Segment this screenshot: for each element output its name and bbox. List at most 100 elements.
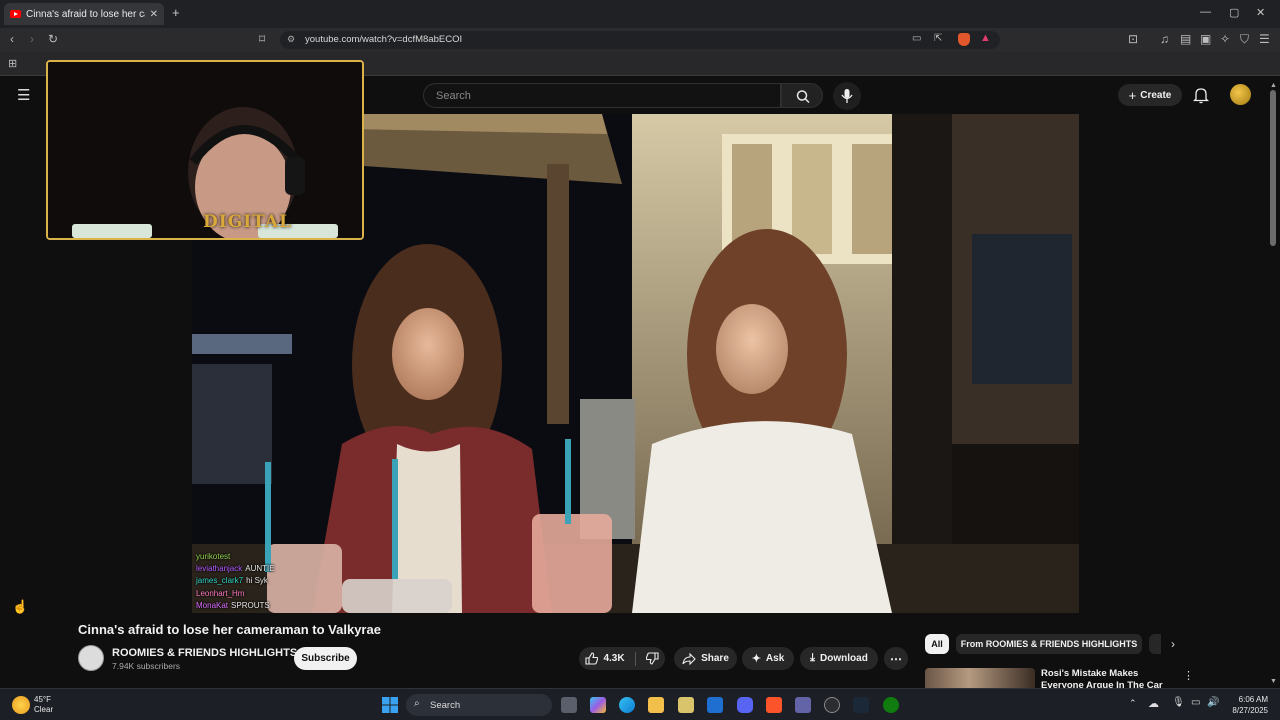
chat-line: Leonhart_Hm <box>196 588 275 600</box>
chat-message: SPROUTS <box>231 600 270 610</box>
edge-icon[interactable] <box>619 697 635 713</box>
onedrive-icon[interactable]: ☁ <box>1148 697 1159 710</box>
like-count: 4.3K <box>603 653 625 664</box>
channel-avatar[interactable] <box>78 645 104 671</box>
chat-line: leviathanjack AUNTIE <box>196 563 275 575</box>
taskbar-search[interactable]: ⌕ Search <box>406 694 552 716</box>
sidebar-toggle-icon[interactable]: ⊡ <box>1128 32 1138 46</box>
share-label: Share <box>701 653 729 664</box>
teams-icon[interactable] <box>795 697 811 713</box>
weather-temperature[interactable]: 45°F <box>34 695 51 704</box>
chip-from-channel[interactable]: From ROOMIES & FRIENDS HIGHLIGHTS <box>956 634 1142 654</box>
browser-tab-bar: Cinna's afraid to lose her cameraman to … <box>0 0 1280 28</box>
like-divider <box>634 651 636 666</box>
network-icon[interactable]: ▭ <box>1191 697 1200 708</box>
xbox-icon[interactable] <box>883 697 899 713</box>
voice-search-button[interactable] <box>833 82 861 110</box>
close-tab-icon[interactable]: ✕ <box>150 9 158 20</box>
media-icon[interactable]: ♫ <box>1160 32 1169 46</box>
scroll-down-icon[interactable]: ▼ <box>1270 678 1277 685</box>
url-field[interactable]: ⚙ youtube.com/watch?v=dcfM8abECOI ▭ ⇱ ▲ <box>280 31 1000 49</box>
chat-username: MonaKat <box>196 600 229 610</box>
chips-next-icon[interactable]: › <box>1171 637 1175 651</box>
tab-title: Cinna's afraid to lose her cameraman to … <box>26 8 145 20</box>
recommended-thumbnail[interactable] <box>925 668 1035 688</box>
site-settings-icon[interactable]: ⚙ <box>287 34 295 45</box>
start-logo <box>382 697 398 713</box>
chat-line: MonaKat SPROUTS <box>196 600 275 612</box>
hamburger-menu-icon[interactable]: ☰ <box>17 86 30 104</box>
mic-tray-icon[interactable]: 🎙 <box>1172 697 1185 708</box>
share-button[interactable]: Share <box>674 647 737 670</box>
download-button[interactable]: ⤓ Download <box>800 647 878 670</box>
search-input[interactable]: Search <box>423 83 781 108</box>
file-explorer-icon[interactable] <box>648 697 664 713</box>
task-view-icon[interactable] <box>561 697 577 713</box>
share-page-icon[interactable]: ⇱ <box>934 33 942 44</box>
menu-icon[interactable]: ☰ <box>1259 32 1270 46</box>
windows-start-icon[interactable] <box>382 697 398 713</box>
volume-icon[interactable]: 🔊 <box>1207 697 1219 708</box>
brave-icon[interactable] <box>766 697 782 713</box>
maximize-icon[interactable]: ▢ <box>1229 6 1239 19</box>
bell-icon <box>1193 88 1209 104</box>
tray-chevron-icon[interactable]: ⌃ <box>1129 698 1137 709</box>
leo-ai-icon[interactable]: ✧ <box>1220 32 1230 46</box>
chat-username: Leonhart_Hm <box>196 588 245 598</box>
chat-message: hi Syk <box>246 576 268 586</box>
streamer-webcam-overlay: DIGITAL <box>46 60 364 240</box>
like-dislike-group: 4.3K <box>579 647 665 670</box>
thumbs-up-icon <box>585 652 599 665</box>
chat-username: yurikotest <box>196 552 231 561</box>
account-avatar[interactable] <box>1230 84 1251 105</box>
clock-date[interactable]: 8/27/2025 <box>1224 706 1268 715</box>
recommended-more-icon[interactable]: ⋮ <box>1183 669 1194 682</box>
search-button[interactable] <box>781 83 823 108</box>
weather-icon[interactable] <box>12 696 30 714</box>
scroll-up-icon[interactable]: ▲ <box>1270 82 1277 89</box>
bookmark-icon[interactable]: ⌑ <box>259 32 265 46</box>
wallet-icon[interactable]: ▣ <box>1200 32 1211 46</box>
steam-icon[interactable] <box>853 697 869 713</box>
reload-icon[interactable]: ↻ <box>48 32 58 46</box>
new-tab-icon[interactable]: + <box>172 5 180 20</box>
minimize-icon[interactable]: — <box>1200 6 1211 18</box>
notifications-button[interactable] <box>1193 86 1209 104</box>
more-actions-button[interactable]: ⋯ <box>884 647 908 670</box>
address-bar-row: ‹ › ↻ ⌑ ⚙ youtube.com/watch?v=dcfM8abECO… <box>0 28 1280 52</box>
channel-name[interactable]: ROOMIES & FRIENDS HIGHLIGHTS <box>112 647 297 659</box>
taskbar-search-icon: ⌕ <box>414 698 420 709</box>
chip-all[interactable]: All <box>925 634 949 654</box>
subscribe-button[interactable]: Subscribe <box>294 647 357 670</box>
chat-line: yurikotest <box>196 551 275 563</box>
reader-icon[interactable]: ▤ <box>1180 32 1191 46</box>
apps-grid-icon[interactable]: ⊞ <box>8 57 17 70</box>
recommended-title[interactable]: Rosi's Mistake Makes Everyone Argue In T… <box>1041 668 1179 688</box>
like-button[interactable]: 4.3K <box>585 652 625 665</box>
weather-condition[interactable]: Clear <box>34 705 53 714</box>
chat-username: leviathanjack <box>196 564 243 574</box>
forward-icon[interactable]: › <box>30 32 34 46</box>
cast-icon[interactable]: ▭ <box>912 33 921 44</box>
clock-time[interactable]: 6:06 AM <box>1224 695 1268 704</box>
close-window-icon[interactable]: ✕ <box>1256 6 1265 19</box>
search-icon <box>796 90 810 104</box>
copilot-icon[interactable] <box>590 697 606 713</box>
chip-partial[interactable] <box>1149 634 1161 654</box>
thumbs-down-icon <box>645 652 659 665</box>
brave-shields-icon[interactable] <box>958 33 970 46</box>
outlook-icon[interactable] <box>707 697 723 713</box>
discord-icon[interactable] <box>737 697 753 713</box>
browser-tab[interactable]: Cinna's afraid to lose her cameraman to … <box>4 3 164 25</box>
create-button[interactable]: + Create <box>1118 84 1182 106</box>
chat-username: james_clark7 <box>196 576 244 586</box>
page-scrollbar[interactable] <box>1270 90 1276 246</box>
obs-icon[interactable] <box>824 697 840 713</box>
chat-message: AUNTIE <box>245 564 275 574</box>
back-icon[interactable]: ‹ <box>10 32 14 46</box>
dislike-button[interactable] <box>645 652 659 665</box>
brave-rewards-icon[interactable]: ▲ <box>980 32 991 44</box>
store-icon[interactable] <box>678 697 694 713</box>
vpn-icon[interactable]: ⛉ <box>1240 32 1249 47</box>
ask-button[interactable]: ✦ Ask <box>742 647 794 670</box>
